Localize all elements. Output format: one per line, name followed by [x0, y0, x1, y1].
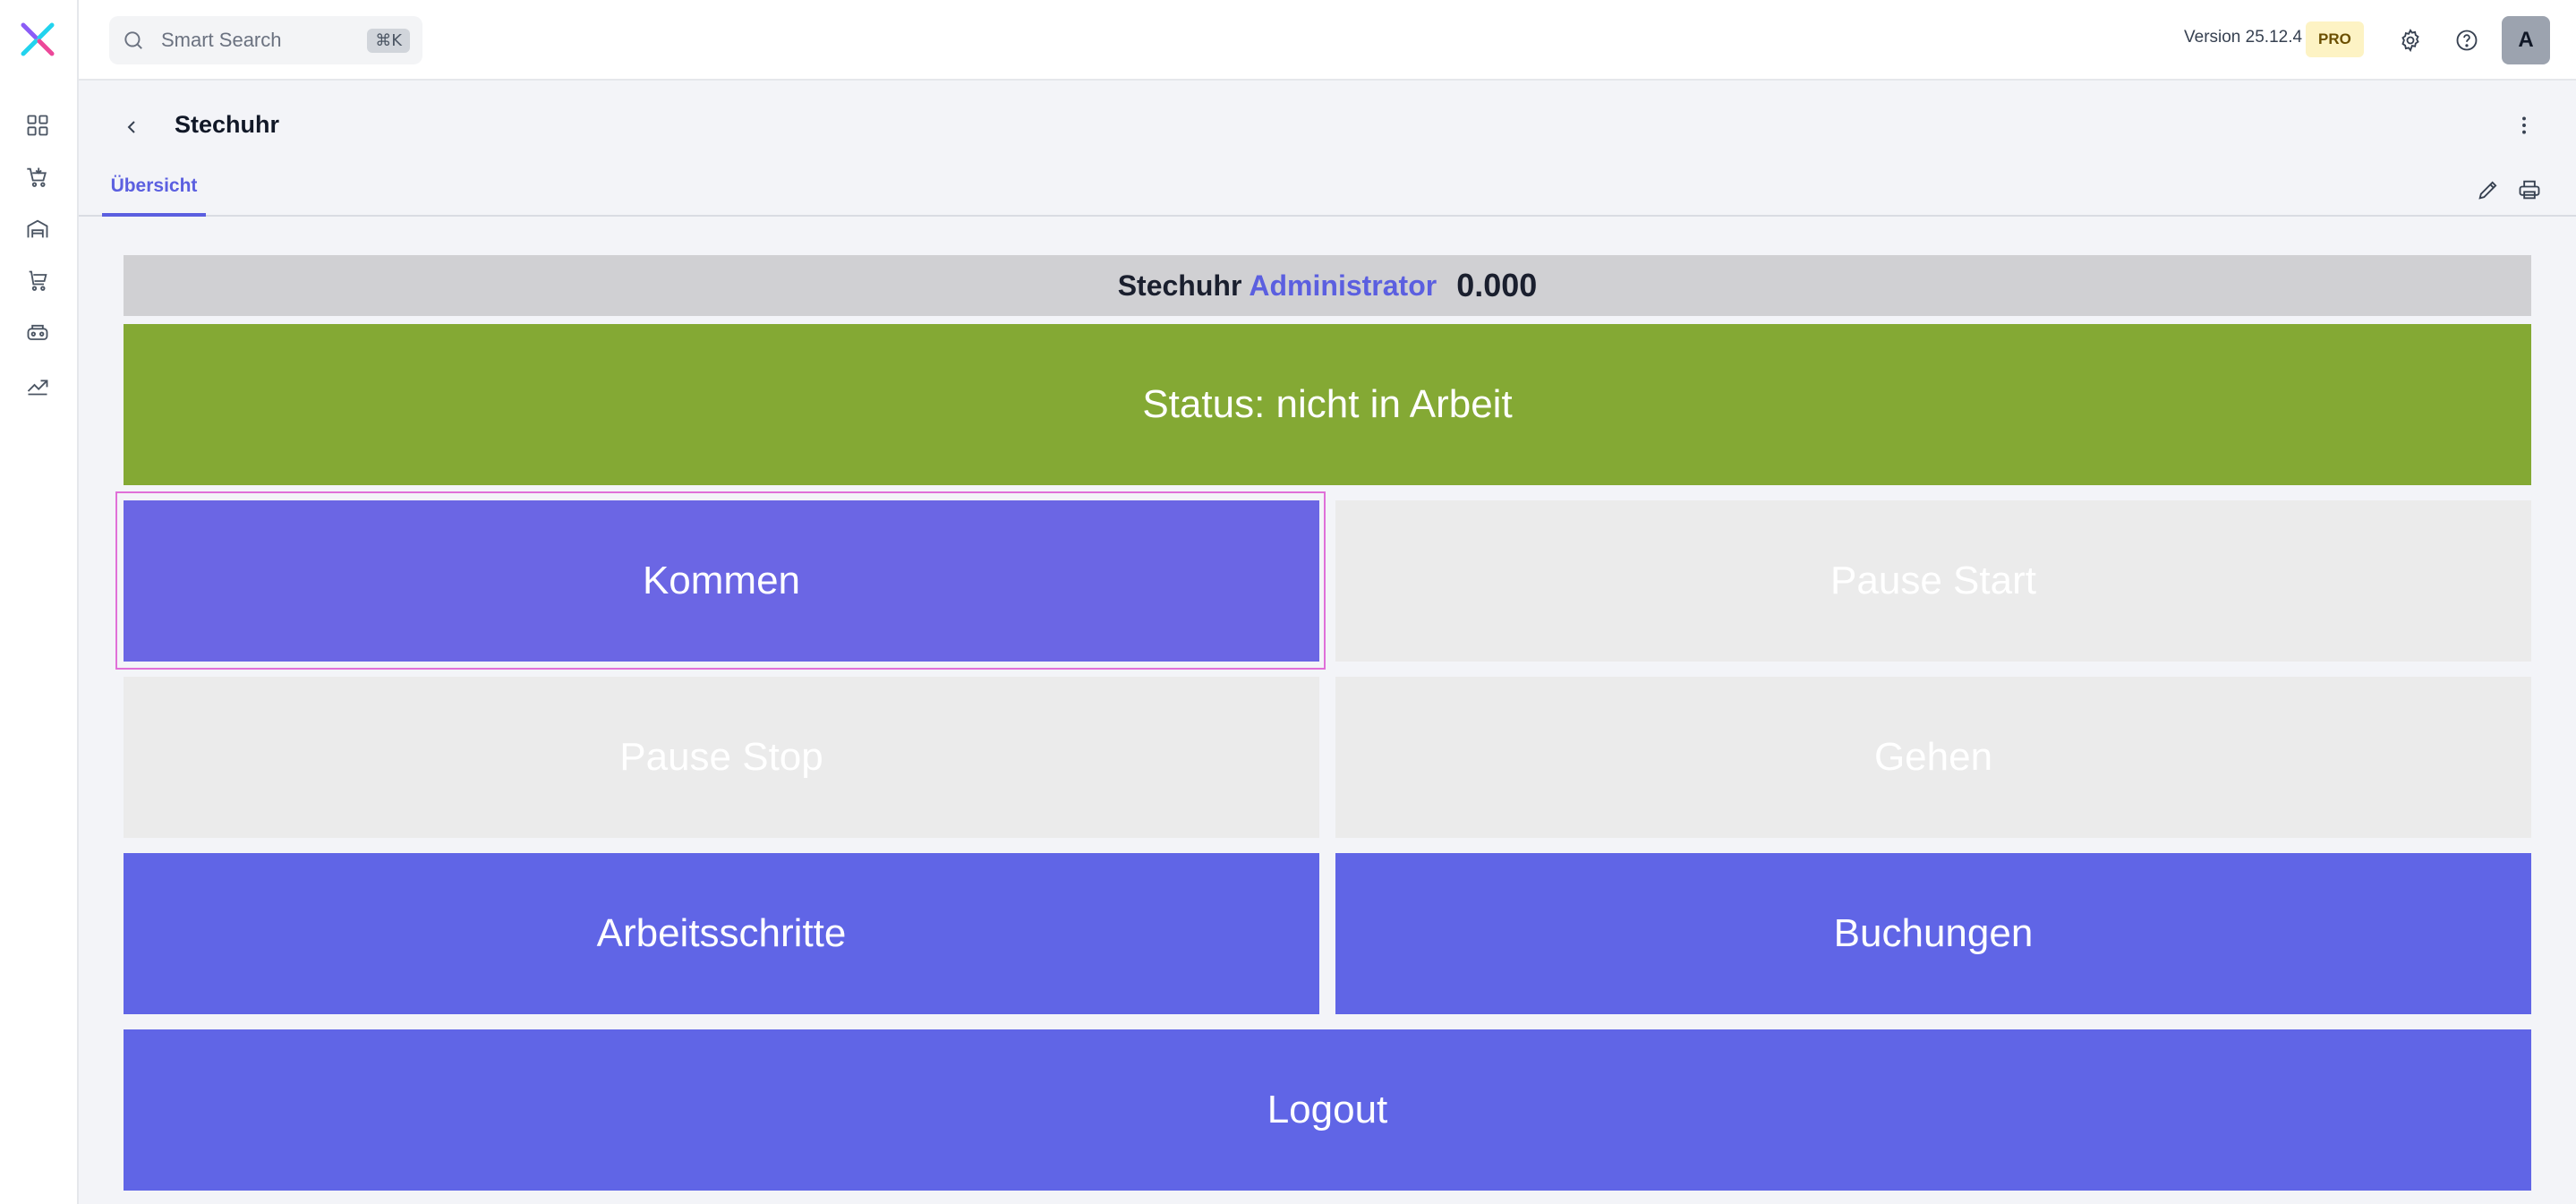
edit-pencil-icon[interactable]	[2470, 172, 2506, 208]
smart-search-input[interactable]: Smart Search ⌘K	[109, 16, 422, 64]
clock-hours-value: 0.000	[1456, 267, 1538, 303]
topbar: Smart Search ⌘K Version 25.12.4 PRO A	[79, 0, 2576, 81]
production-icon[interactable]	[23, 319, 52, 347]
sales-cart-icon[interactable]	[23, 163, 52, 192]
back-chevron-icon[interactable]	[115, 109, 150, 145]
clock-header: Stechuhr Administrator 0.000	[124, 255, 2531, 316]
tab-uebersicht[interactable]: Übersicht	[102, 175, 206, 217]
purchasing-cart-icon[interactable]	[23, 267, 52, 295]
page-title: Stechuhr	[175, 111, 280, 138]
status-banner: Status: nicht in Arbeit	[124, 324, 2531, 485]
warehouse-icon[interactable]	[23, 215, 52, 243]
clock-label: Stechuhr	[1117, 269, 1242, 302]
pro-badge: PRO	[2306, 21, 2364, 57]
pause-start-button[interactable]: Pause Start	[1335, 500, 2531, 662]
logout-button[interactable]: Logout	[124, 1029, 2531, 1191]
search-placeholder: Smart Search	[161, 29, 282, 51]
search-shortcut: ⌘K	[367, 28, 410, 53]
app-logo[interactable]	[16, 18, 59, 61]
kommen-button[interactable]: Kommen	[124, 500, 1319, 662]
buchungen-button[interactable]: Buchungen	[1335, 853, 2531, 1014]
clock-user-link[interactable]: Administrator	[1249, 269, 1437, 303]
tabs-divider	[79, 215, 2576, 217]
gehen-button[interactable]: Gehen	[1335, 677, 2531, 838]
analytics-icon[interactable]	[23, 371, 52, 399]
print-icon[interactable]	[2512, 172, 2547, 208]
pause-stop-button[interactable]: Pause Stop	[124, 677, 1319, 838]
help-icon[interactable]	[2449, 22, 2485, 58]
user-avatar[interactable]: A	[2502, 16, 2550, 64]
search-icon	[124, 31, 142, 49]
sidebar	[0, 0, 79, 1204]
version-label: Version 25.12.4	[2184, 28, 2303, 47]
more-options-icon[interactable]	[2506, 107, 2542, 143]
dashboard-icon[interactable]	[23, 111, 52, 140]
settings-gear-icon[interactable]	[2393, 22, 2428, 58]
arbeitsschritte-button[interactable]: Arbeitsschritte	[124, 853, 1319, 1014]
